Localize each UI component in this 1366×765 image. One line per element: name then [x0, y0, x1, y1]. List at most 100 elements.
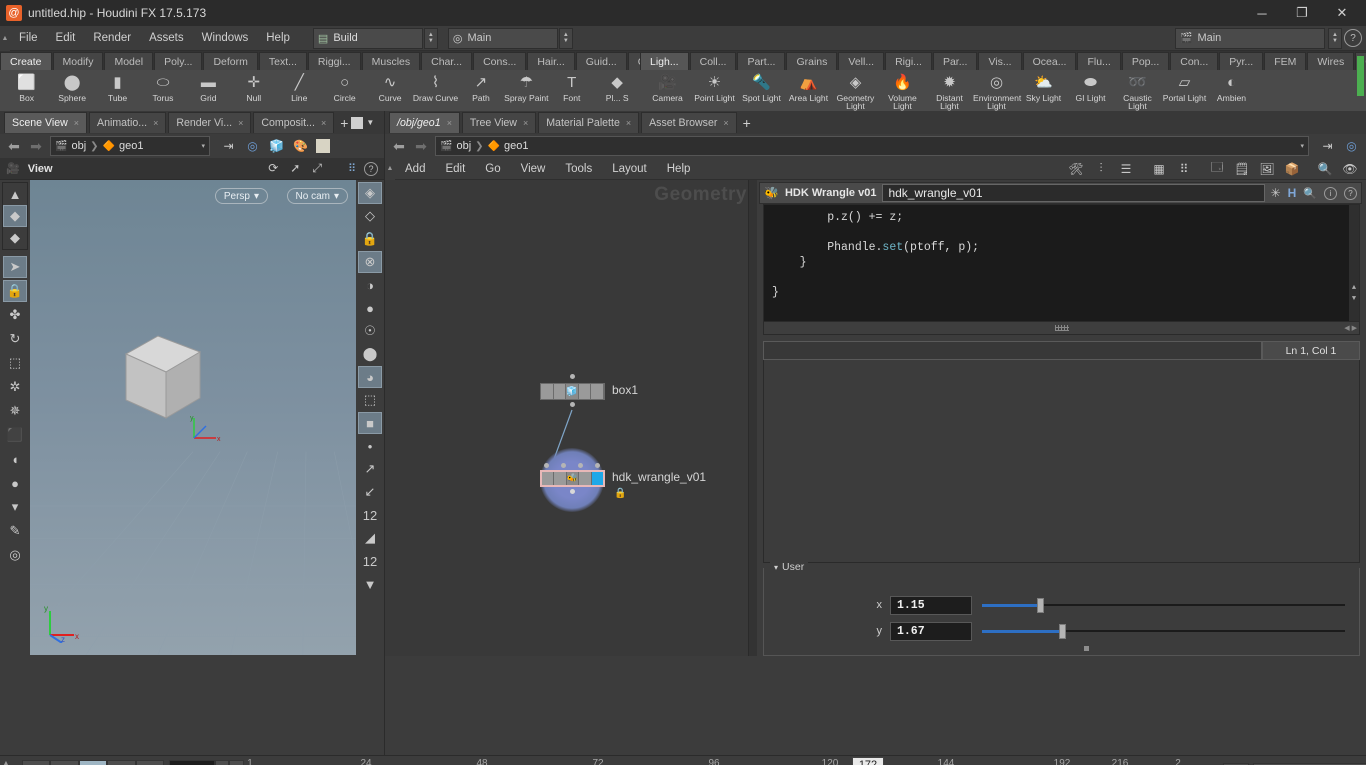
shelf-tab-hair[interactable]: Hair...: [527, 52, 575, 70]
close-icon[interactable]: ×: [74, 118, 79, 128]
x-parameter-slider[interactable]: [982, 596, 1345, 615]
scene-viewport[interactable]: x y Persp ▾ No cam ▾ x y z: [30, 180, 356, 655]
headlight-icon[interactable]: ●: [358, 297, 382, 319]
notes-icon[interactable]: 🗒: [1234, 161, 1250, 177]
snapshot-icon[interactable]: [316, 139, 330, 153]
node-input-connector[interactable]: [544, 463, 549, 468]
play-icon[interactable]: ▶: [107, 760, 136, 765]
xform-tool-icon[interactable]: ✲: [3, 376, 27, 398]
play-reverse-icon[interactable]: ◀: [50, 760, 79, 765]
main-spinner[interactable]: ▲ ▼: [558, 27, 573, 49]
shelf-tool-skylight[interactable]: ⛅ Sky Light: [1020, 70, 1067, 111]
shelf-tool-pointlight[interactable]: ☀ Point Light: [691, 70, 738, 111]
shelf-tab-char[interactable]: Char...: [421, 52, 473, 70]
menu-help[interactable]: Help: [257, 26, 299, 51]
close-icon[interactable]: ×: [238, 118, 243, 128]
shelf-tool-font[interactable]: T Font: [549, 70, 594, 111]
minimize-button[interactable]: ─: [1242, 0, 1282, 26]
maximize-button[interactable]: ❐: [1282, 0, 1322, 26]
breadcrumb[interactable]: 🎬 obj ❯ 🔶 geo1 ▾: [435, 136, 1309, 156]
search-icon[interactable]: 🔍: [1303, 187, 1317, 200]
add-tab-icon[interactable]: +: [340, 115, 348, 131]
shelf-tab-guid[interactable]: Guid...: [575, 52, 627, 70]
shelf-tool-grid[interactable]: ▬ Grid: [186, 70, 231, 111]
jump-start-icon[interactable]: ⏮: [22, 760, 51, 765]
film-reel-icon[interactable]: ◎: [3, 544, 27, 566]
network-menu-help[interactable]: Help: [657, 158, 701, 180]
close-button[interactable]: ✕: [1322, 0, 1362, 26]
shelf-tab-pyr[interactable]: Pyr...: [1219, 52, 1264, 70]
tab-objgeo1[interactable]: /obj/geo1 ×: [389, 112, 460, 133]
network-scrollbar[interactable]: [748, 180, 757, 656]
node-input-connector[interactable]: [561, 463, 566, 468]
user-group-header[interactable]: ▾ User: [770, 561, 809, 573]
orbit-icon[interactable]: ⟳: [268, 161, 278, 176]
slider-knob[interactable]: [1058, 623, 1066, 639]
shelf-tool-geometrylight[interactable]: ◈ Geometry Light: [832, 70, 879, 111]
desktop-spinner[interactable]: ▲ ▼: [423, 27, 438, 49]
search-icon[interactable]: 🔍: [1317, 161, 1333, 177]
chevron-down-icon[interactable]: ▾: [201, 142, 205, 150]
shelf-tab-cons[interactable]: Cons...: [473, 52, 527, 70]
shelf-tool-gilight[interactable]: ⬬ GI Light: [1067, 70, 1114, 111]
node-input-connector[interactable]: [578, 463, 583, 468]
prim-numbers-icon[interactable]: 12: [358, 550, 382, 572]
tools-icon[interactable]: 🛠: [1068, 161, 1084, 177]
close-icon[interactable]: ×: [723, 118, 728, 128]
cube-icon[interactable]: 🧊: [268, 138, 285, 155]
snap-menu-icon[interactable]: ▾: [3, 496, 27, 518]
vex-code-editor[interactable]: p.z() += z; Phandle.set(ptoff, p); } } ▲…: [763, 204, 1360, 322]
node-body[interactable]: 🧊: [540, 383, 605, 400]
jump-end-icon[interactable]: ⏭: [135, 760, 165, 765]
step-forward-icon[interactable]: ❘▸: [229, 760, 244, 765]
shelf-tool-arealight[interactable]: ⛺ Area Light: [785, 70, 832, 111]
shading-mode-icon[interactable]: ◑: [358, 274, 382, 296]
point-normals-icon[interactable]: ↗: [358, 458, 382, 480]
shelf-tool-spraypaint[interactable]: ☂ Spray Paint: [504, 70, 549, 111]
info-icon[interactable]: i: [1324, 186, 1337, 200]
shelf-tab-part[interactable]: Part...: [737, 52, 786, 70]
secure-select-icon[interactable]: ◆: [3, 227, 27, 249]
menubar-collapse-arrow[interactable]: ▲: [0, 25, 10, 51]
shelf-tool-line[interactable]: ╱ Line: [277, 70, 322, 111]
xray-icon[interactable]: ⊗: [358, 251, 382, 273]
shelf-tab-vell[interactable]: Vell...: [838, 52, 885, 70]
eye-icon[interactable]: 👁: [1342, 161, 1358, 177]
hierarchy-icon[interactable]: ⫶: [1093, 161, 1109, 177]
question-icon[interactable]: ?: [1344, 29, 1362, 47]
menu-file[interactable]: File: [10, 26, 47, 51]
close-icon[interactable]: ×: [321, 118, 326, 128]
rotate-tool-icon[interactable]: ↻: [3, 328, 27, 350]
stop-icon[interactable]: ■: [78, 760, 108, 765]
y-parameter-slider[interactable]: [982, 622, 1345, 641]
shelf-tab-guid[interactable]: Guid...: [627, 52, 640, 70]
playhead[interactable]: 172: [852, 757, 884, 765]
prim-markers-icon[interactable]: ◢: [358, 527, 382, 549]
camera-selector[interactable]: No cam ▾: [286, 188, 348, 204]
code-horizontal-scrollbar[interactable]: ◀ ▶: [763, 322, 1360, 335]
code-scroll-arrows[interactable]: ◀ ▶: [1344, 324, 1357, 332]
shelf-tool-circle[interactable]: ○ Circle: [322, 70, 367, 111]
ghost-geometry-icon[interactable]: ◇: [358, 205, 382, 227]
houdini-h-icon[interactable]: H: [1288, 186, 1297, 200]
maximize-pane-icon[interactable]: [351, 116, 364, 129]
menu-assets[interactable]: Assets: [140, 26, 193, 51]
tab-materialpalette[interactable]: Material Palette ×: [538, 112, 640, 133]
shelf-tool-box[interactable]: ⬜ Box: [4, 70, 49, 111]
code-vertical-scrollbar[interactable]: ▲ ▼: [1349, 205, 1359, 321]
timeline-collapse-arrows[interactable]: ▲▼: [0, 756, 12, 765]
shelf-tab-vis[interactable]: Vis...: [978, 52, 1022, 70]
shelf-tab-model[interactable]: Model: [104, 52, 154, 70]
layout-icon[interactable]: 🗔: [1209, 160, 1225, 177]
shelf-tab-pop[interactable]: Pop...: [1121, 52, 1170, 70]
back-arrow-icon[interactable]: ⬅: [391, 138, 407, 155]
menu-edit[interactable]: Edit: [47, 26, 85, 51]
breadcrumb[interactable]: 🎬 obj ❯ 🔶 geo1 ▾: [50, 136, 210, 156]
chevron-down-icon[interactable]: ▾: [1300, 142, 1304, 150]
timeline-ruler[interactable]: 1244872961201441922162 172 1 1 ▶ ◀ 240 2…: [244, 756, 1181, 765]
help-icon[interactable]: ?: [364, 161, 378, 176]
menu-windows[interactable]: Windows: [193, 26, 258, 51]
perspective-selector[interactable]: Persp ▾: [214, 188, 268, 204]
handles-mode-icon[interactable]: ◆: [3, 205, 27, 227]
shaded-icon[interactable]: ■: [358, 412, 382, 434]
